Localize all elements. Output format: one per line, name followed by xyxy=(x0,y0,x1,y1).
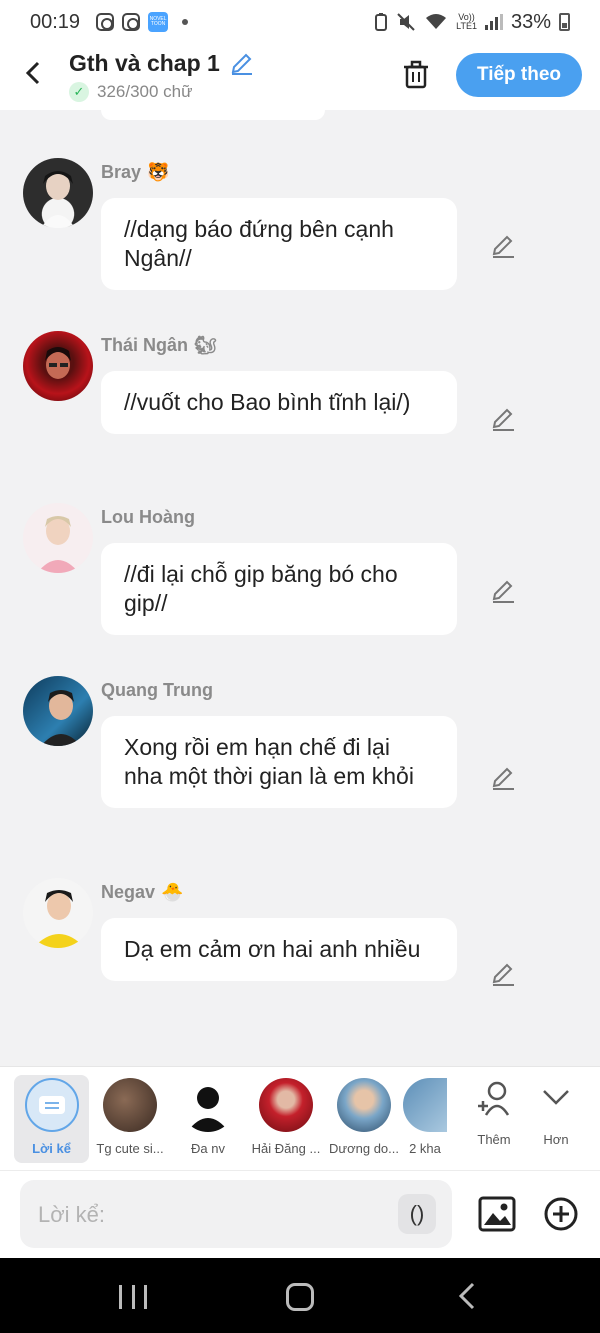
avatar xyxy=(403,1078,447,1132)
avatar[interactable] xyxy=(23,503,93,573)
avatar xyxy=(337,1078,391,1132)
input-placeholder: Lời kể: xyxy=(38,1202,106,1227)
home-icon[interactable] xyxy=(286,1283,314,1311)
avatar[interactable] xyxy=(23,331,93,401)
composer: Lời kể: () xyxy=(0,1170,600,1258)
hatching-chick-icon: 🐣 xyxy=(161,882,184,902)
sender-name: Thái Ngân xyxy=(101,335,189,355)
parentheses-button[interactable]: () xyxy=(398,1194,436,1234)
edit-message-icon[interactable] xyxy=(490,962,516,988)
squirrel-icon: 🐿 xyxy=(194,335,217,355)
previous-message-bubble xyxy=(101,110,325,120)
chapter-title: Gth và chap 1 xyxy=(69,50,220,76)
character-label: Hải Đăng ... xyxy=(251,1141,321,1156)
chevron-left-icon xyxy=(25,61,40,85)
add-button[interactable] xyxy=(544,1197,578,1231)
chat-list: Bray 🐯 //dạng báo đứng bên cạnh Ngân// T… xyxy=(0,110,600,1066)
battery-icon xyxy=(559,13,570,31)
tiger-icon: 🐯 xyxy=(147,162,170,182)
message-bubble[interactable]: //dạng báo đứng bên cạnh Ngân// xyxy=(101,198,457,290)
avatar[interactable] xyxy=(23,878,93,948)
character-item[interactable]: Hải Đăng ... xyxy=(247,1075,325,1156)
character-label: Tg cute si... xyxy=(96,1141,164,1156)
narration-avatar xyxy=(24,1078,79,1132)
delete-button[interactable] xyxy=(400,58,432,90)
edit-message-icon[interactable] xyxy=(490,579,516,605)
battery-saver-icon xyxy=(375,13,388,31)
add-label: Thêm xyxy=(477,1132,511,1147)
plus-circle-icon xyxy=(544,1197,578,1231)
edit-title-icon[interactable] xyxy=(228,51,254,77)
message-bubble[interactable]: //đi lại chỗ gip băng bó cho gip// xyxy=(101,543,457,635)
character-item[interactable]: Dương do... xyxy=(325,1075,403,1156)
narration-input[interactable]: Lời kể: () xyxy=(20,1180,452,1248)
character-label: 2 kha xyxy=(409,1141,441,1156)
avatar[interactable] xyxy=(23,158,93,228)
avatar xyxy=(103,1078,157,1132)
narration-icon xyxy=(38,1096,65,1114)
signal-icon xyxy=(484,14,503,30)
insert-image-button[interactable] xyxy=(478,1196,516,1232)
system-nav-bar xyxy=(0,1258,600,1333)
character-selector: Lời kể Tg cute si... Đa nv Hải Đăng ... … xyxy=(0,1066,600,1170)
add-character-button[interactable]: Thêm xyxy=(470,1081,518,1147)
default-person-icon xyxy=(181,1078,235,1132)
sender-name: Bray xyxy=(101,162,142,182)
character-narration[interactable]: Lời kể xyxy=(14,1075,89,1163)
character-label: Đa nv xyxy=(191,1141,225,1156)
avatar xyxy=(259,1078,313,1132)
character-item[interactable]: Tg cute si... xyxy=(91,1075,169,1156)
wifi-icon xyxy=(426,14,447,29)
recent-apps-icon[interactable] xyxy=(119,1285,147,1309)
instagram-icon xyxy=(122,13,141,31)
character-item[interactable]: Đa nv xyxy=(169,1075,247,1156)
editor-header: Gth và chap 1 ✓ 326/300 chữ Tiếp theo xyxy=(0,44,600,110)
message-bubble[interactable]: Dạ em cảm ơn hai anh nhiều xyxy=(101,918,457,981)
instagram-icon xyxy=(96,13,115,31)
image-icon xyxy=(478,1196,516,1232)
notification-dot-icon xyxy=(182,19,189,25)
check-icon: ✓ xyxy=(69,82,89,102)
battery-percent: 33% xyxy=(510,10,551,33)
edit-message-icon[interactable] xyxy=(490,766,516,792)
edit-message-icon[interactable] xyxy=(490,234,516,260)
volte-indicator: Vo)) LTE1 xyxy=(456,12,477,31)
clock: 00:19 xyxy=(30,10,81,33)
chevron-down-icon xyxy=(543,1090,569,1105)
character-item[interactable]: 2 kha xyxy=(403,1075,447,1156)
novel-app-icon: NOVEL TOON xyxy=(148,12,169,32)
avatar[interactable] xyxy=(23,676,93,746)
message-bubble[interactable]: //vuốt cho Bao bình tĩnh lại/) xyxy=(101,371,457,434)
edit-message-icon[interactable] xyxy=(490,407,516,433)
character-label: Lời kể xyxy=(32,1141,71,1156)
trash-icon xyxy=(404,60,428,89)
sender-name: Negav xyxy=(101,882,156,902)
next-button[interactable]: Tiếp theo xyxy=(456,53,582,97)
word-count: 326/300 chữ xyxy=(97,82,193,101)
mute-icon xyxy=(397,13,415,31)
status-bar: 00:19 NOVEL TOON Vo)) LTE1 33% xyxy=(0,0,600,44)
back-button[interactable] xyxy=(20,58,50,88)
sender-name: Lou Hoàng xyxy=(101,507,195,527)
back-nav-icon[interactable] xyxy=(455,1280,479,1320)
more-label: Hơn xyxy=(543,1132,569,1147)
sender-name: Quang Trung xyxy=(101,680,213,700)
more-button[interactable]: Hơn xyxy=(536,1081,576,1147)
character-label: Dương do... xyxy=(329,1141,399,1156)
add-person-icon xyxy=(478,1081,510,1116)
message-bubble[interactable]: Xong rồi em hạn chế đi lại nha một thời … xyxy=(101,716,457,808)
